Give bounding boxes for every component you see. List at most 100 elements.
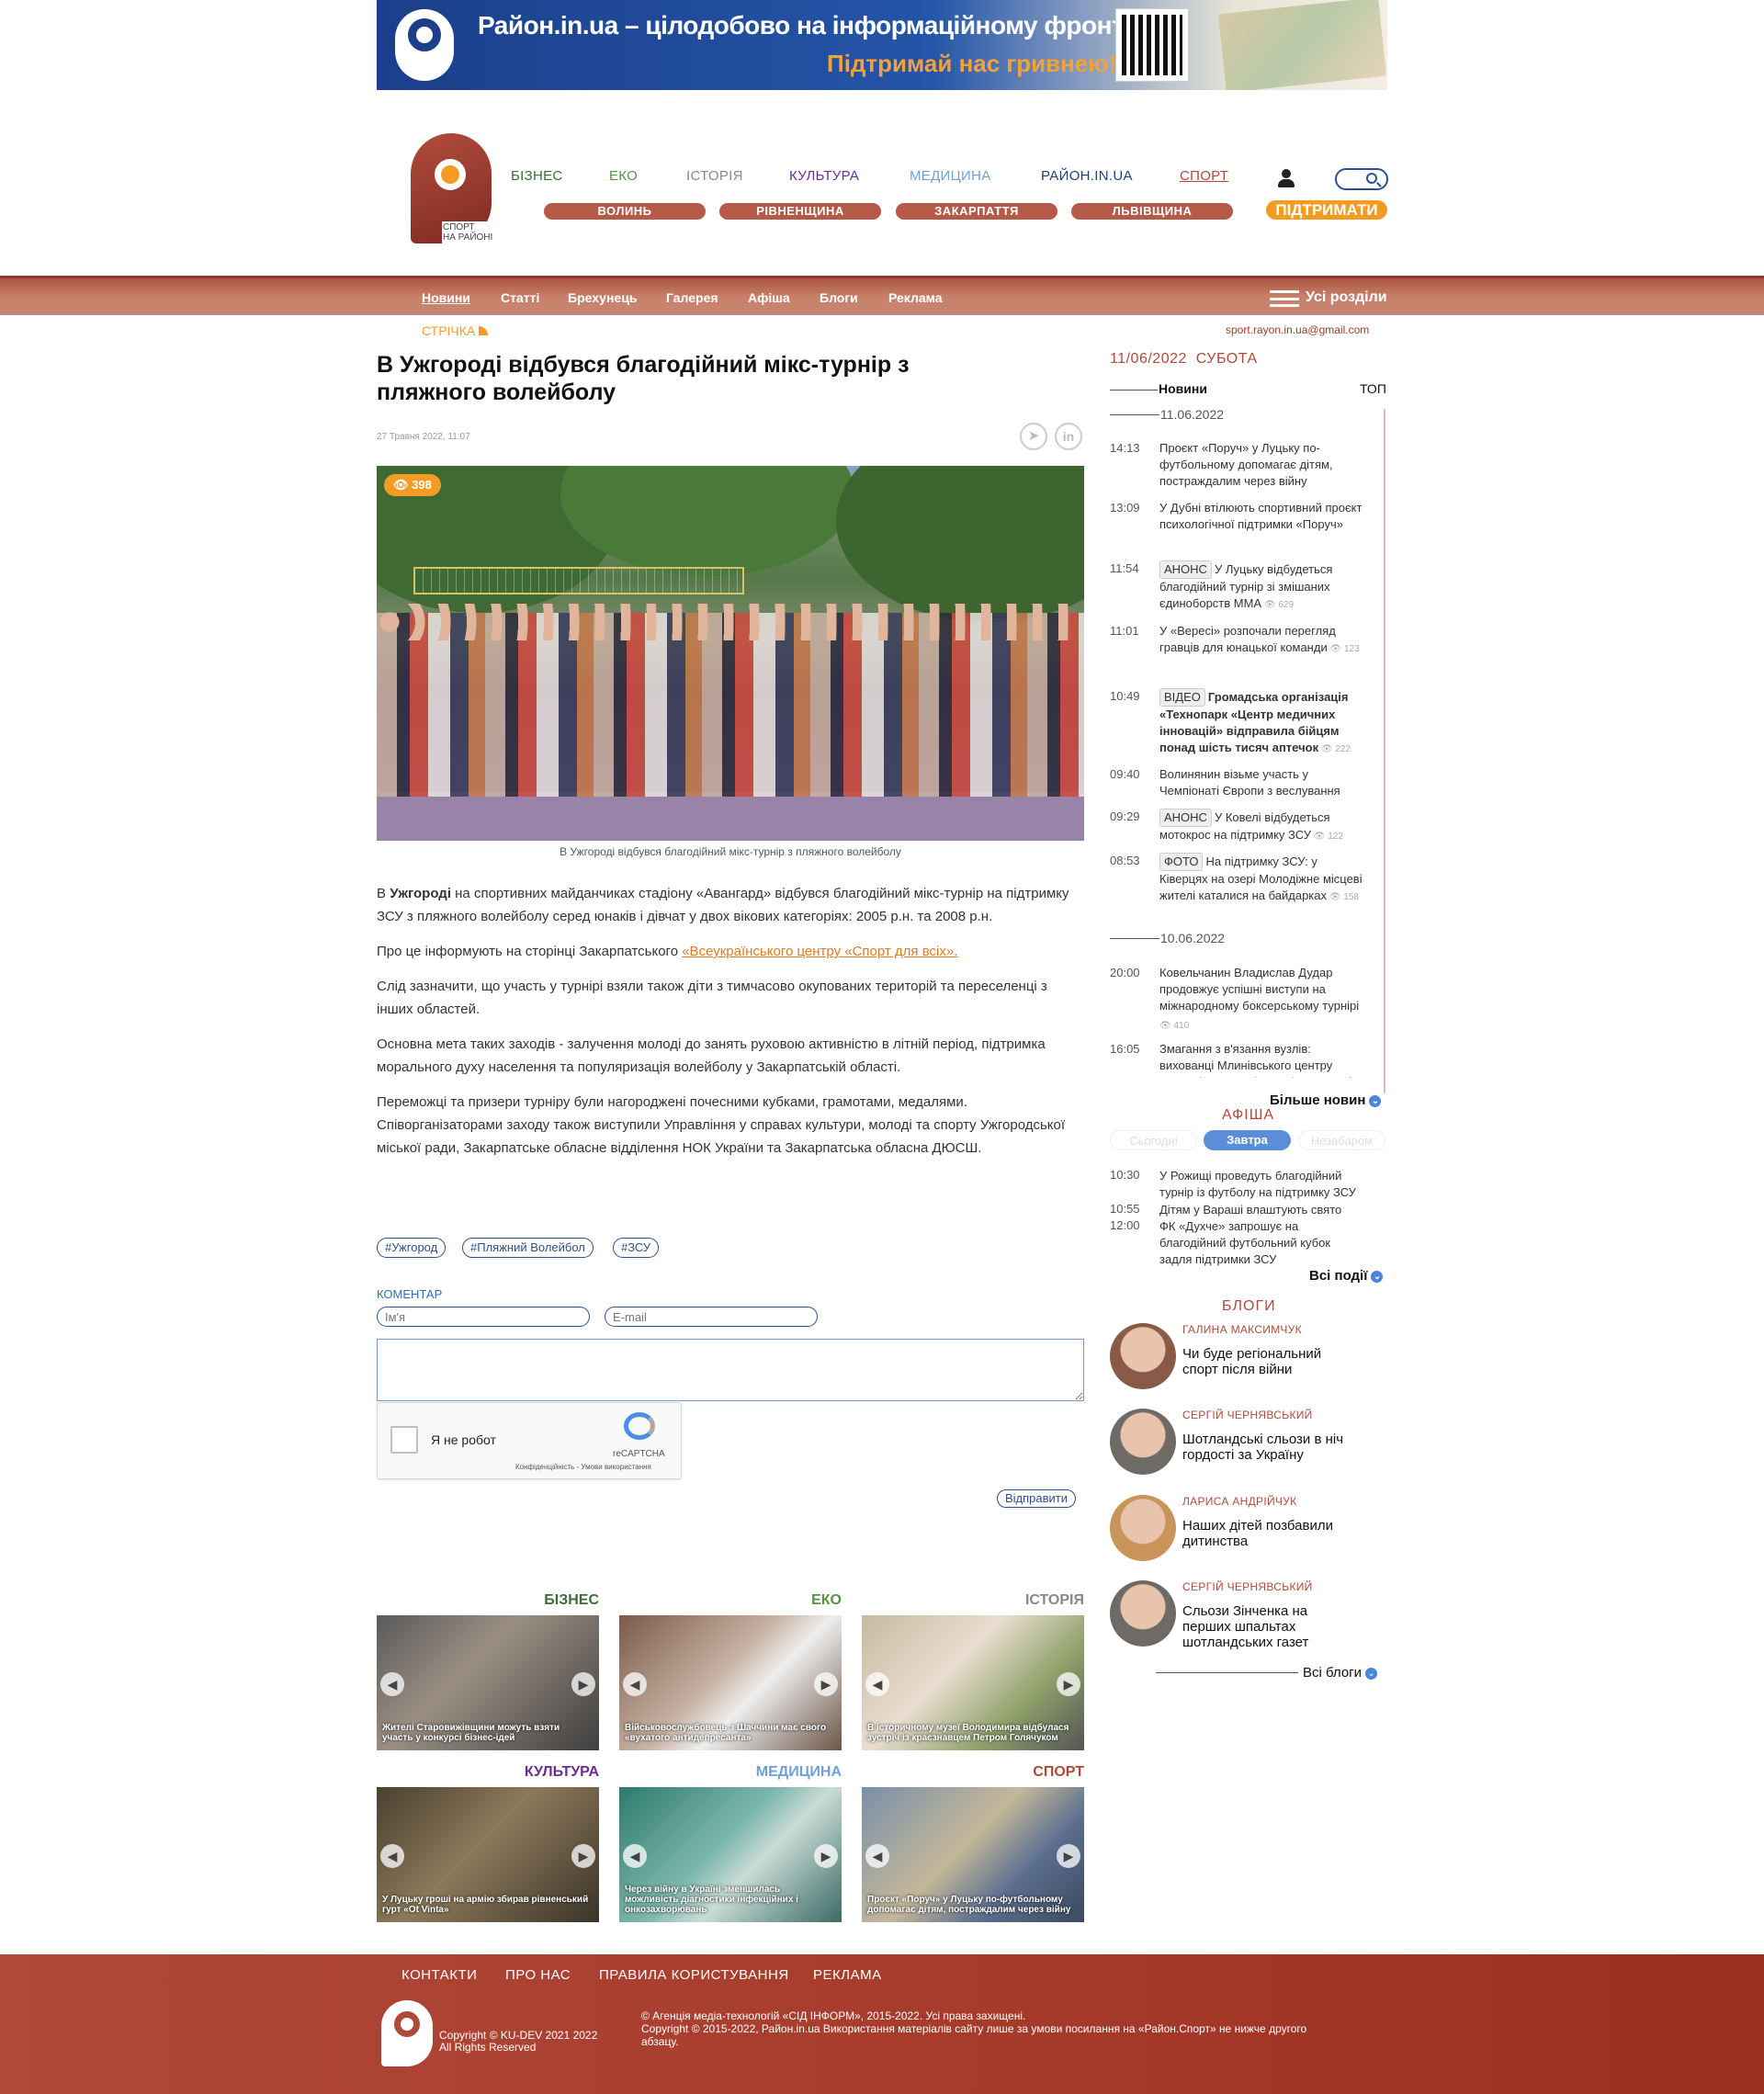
blog-title[interactable]: Шотландські сльози в ніч гордості за Укр…	[1182, 1432, 1348, 1463]
blog-author[interactable]: ЛАРИСА АНДРІЙЧУК	[1182, 1495, 1296, 1508]
arrow-right-icon[interactable]: ▶	[814, 1672, 838, 1696]
send-button[interactable]: Відправити	[997, 1489, 1077, 1508]
topnav-medicine[interactable]: МЕДИЦИНА	[910, 168, 991, 184]
news-item[interactable]: Ковельчанин Владислав Дудар продовжує ус…	[1159, 965, 1366, 1035]
arrow-left-icon[interactable]: ◀	[865, 1672, 889, 1696]
blog-author-avatar[interactable]	[1110, 1409, 1176, 1475]
more-news-link[interactable]: Більше новин ⌄	[1270, 1092, 1382, 1108]
contact-email-link[interactable]: sport.rayon.in.ua@gmail.com	[1226, 323, 1369, 336]
user-icon[interactable]	[1277, 169, 1295, 189]
topnav-business[interactable]: БІЗНЕС	[511, 168, 563, 184]
all-blogs-link[interactable]: Всі блоги ⌄	[1303, 1665, 1378, 1681]
event-item[interactable]: Дітям у Вараші влаштують свято	[1159, 1202, 1366, 1218]
menu-ads[interactable]: Реклама	[888, 290, 943, 305]
category-card[interactable]: ◀ ▶ Жителі Старовижівщини можуть взяти уча…	[377, 1615, 599, 1750]
search-button[interactable]	[1335, 168, 1388, 190]
topnav-sport[interactable]: СПОРТ	[1180, 168, 1228, 184]
support-button[interactable]: ПІДТРИМАТИ	[1266, 200, 1387, 220]
footer-logo[interactable]	[381, 2000, 433, 2066]
linkedin-share-icon[interactable]: in	[1055, 423, 1082, 450]
captcha-terms[interactable]: Конфіденційність - Умови використання	[515, 1463, 651, 1471]
arrow-right-icon[interactable]: ▶	[571, 1844, 595, 1868]
region-zakarpattia-button[interactable]: ЗАКАРПАТТЯ	[896, 203, 1057, 220]
afisha-tab-soon[interactable]: Незабаром	[1298, 1130, 1385, 1150]
category-card[interactable]: ◀ ▶ В історичному музеї Володимира відбула…	[862, 1615, 1084, 1750]
arrow-right-icon[interactable]: ▶	[571, 1672, 595, 1696]
hamburger-icon[interactable]	[1270, 290, 1299, 307]
blog-author-avatar[interactable]	[1110, 1580, 1176, 1647]
menu-afisha[interactable]: Афіша	[748, 290, 790, 305]
blog-title[interactable]: Наших дітей позбавили дитинства	[1182, 1518, 1348, 1549]
category-title[interactable]: ІСТОРІЯ	[862, 1592, 1084, 1609]
blog-title[interactable]: Чи буде регіональний спорт після війни	[1182, 1346, 1348, 1377]
blog-author-avatar[interactable]	[1110, 1495, 1176, 1561]
news-item[interactable]: Проєкт «Поруч» у Луцьку по-футбольному д…	[1159, 440, 1366, 490]
tag-zsu[interactable]: #ЗСУ	[613, 1238, 660, 1258]
category-title[interactable]: СПОРТ	[862, 1764, 1084, 1781]
topnav-history[interactable]: ІСТОРІЯ	[686, 168, 743, 184]
blog-author[interactable]: СЕРГІЙ ЧЕРНЯВСЬКИЙ	[1182, 1409, 1313, 1421]
menu-news[interactable]: Новини	[422, 290, 470, 305]
news-scrollbar[interactable]	[1384, 409, 1385, 1093]
arrow-left-icon[interactable]: ◀	[623, 1672, 647, 1696]
footer-rules-link[interactable]: ПРАВИЛА КОРИСТУВАННЯ	[599, 1967, 789, 1983]
blog-author[interactable]: СЕРГІЙ ЧЕРНЯВСЬКИЙ	[1182, 1580, 1313, 1593]
region-lviv-button[interactable]: ЛЬВІВЩИНА	[1071, 203, 1233, 220]
comment-textarea[interactable]	[377, 1339, 1084, 1401]
tag-beach-volleyball[interactable]: #Пляжний Волейбол	[462, 1238, 594, 1258]
tab-top[interactable]: ТОП	[1360, 381, 1386, 396]
news-item[interactable]: АНОНС У Луцьку відбудеться благодійний ту…	[1159, 560, 1366, 614]
arrow-right-icon[interactable]: ▶	[814, 1844, 838, 1868]
news-item[interactable]: АНОНС У Ковелі відбудеться мотокрос на пі…	[1159, 809, 1366, 845]
category-card[interactable]: ◀ ▶ Проєкт «Поруч» у Луцьку по-футбольному…	[862, 1787, 1084, 1922]
news-item[interactable]: Змагання з в'язання вузлів: вихованці Мл…	[1159, 1041, 1366, 1078]
event-item[interactable]: ФК «Духче» запрошує на благодійний футбо…	[1159, 1218, 1366, 1268]
region-volyn-button[interactable]: ВОЛИНЬ	[544, 203, 706, 220]
region-rivne-button[interactable]: РІВНЕНЩИНА	[719, 203, 881, 220]
news-item[interactable]: ВІДЕО Громадська організація «Технопарк «…	[1159, 688, 1366, 758]
menu-brekhunets[interactable]: Брехунець	[568, 290, 637, 305]
topnav-culture[interactable]: КУЛЬТУРА	[789, 168, 859, 184]
captcha-checkbox[interactable]	[390, 1426, 418, 1454]
category-title[interactable]: МЕДИЦИНА	[619, 1764, 842, 1781]
footer-ads-link[interactable]: РЕКЛАМА	[813, 1967, 882, 1983]
menu-gallery[interactable]: Галерея	[666, 290, 718, 305]
all-events-link[interactable]: Всі події ⌄	[1309, 1268, 1384, 1284]
news-item[interactable]: ФОТО На підтримку ЗСУ: у Ківерцях на озер…	[1159, 853, 1366, 906]
email-input[interactable]	[605, 1307, 818, 1327]
arrow-left-icon[interactable]: ◀	[380, 1844, 404, 1868]
category-card[interactable]: ◀ ▶ Через війну в Україні зменшилась можли…	[619, 1787, 842, 1922]
category-card[interactable]: ◀ ▶ Військовослужбовець з Шаччини має свог…	[619, 1615, 842, 1750]
topnav-rayon[interactable]: РАЙОН.IN.UA	[1041, 168, 1133, 184]
footer-about-link[interactable]: ПРО НАС	[505, 1967, 571, 1983]
menu-articles[interactable]: Статті	[501, 290, 539, 305]
arrow-right-icon[interactable]: ▶	[1057, 1672, 1080, 1696]
feed-label[interactable]: СТРІЧКА	[422, 323, 489, 338]
sport-for-all-link[interactable]: «Всеукраїнського центру «Спорт для всіх»…	[682, 944, 957, 959]
category-title[interactable]: БІЗНЕС	[377, 1592, 599, 1609]
arrow-left-icon[interactable]: ◀	[865, 1844, 889, 1868]
blog-author-avatar[interactable]	[1110, 1323, 1176, 1389]
event-item[interactable]: У Рожищі проведуть благодійний турнір із…	[1159, 1168, 1366, 1201]
top-banner[interactable]: Район.in.ua – цілодобово на інформаційно…	[377, 0, 1387, 90]
all-sections-link[interactable]: Усі розділи	[1306, 289, 1387, 306]
blog-author[interactable]: ГАЛИНА МАКСИМЧУК	[1182, 1323, 1302, 1336]
arrow-right-icon[interactable]: ▶	[1057, 1844, 1080, 1868]
topnav-eco[interactable]: ЕКО	[609, 168, 638, 184]
tab-news[interactable]: Новини	[1159, 381, 1207, 396]
footer-contacts-link[interactable]: КОНТАКТИ	[401, 1967, 477, 1983]
category-card[interactable]: ◀ ▶ У Луцьку гроші на армію збирав рівненс…	[377, 1787, 599, 1922]
tag-uzhhorod[interactable]: #Ужгород	[377, 1238, 447, 1258]
telegram-share-icon[interactable]: ➤	[1020, 423, 1047, 450]
news-item[interactable]: Волинянин візьме участь у Чемпіонаті Євр…	[1159, 766, 1366, 799]
news-item[interactable]: У Дубні втілюють спортивний проєкт психо…	[1159, 500, 1366, 533]
afisha-tab-tomorrow[interactable]: Завтра	[1204, 1130, 1291, 1150]
category-title[interactable]: КУЛЬТУРА	[377, 1764, 599, 1781]
afisha-tab-today[interactable]: Сьогодні	[1110, 1130, 1197, 1150]
name-input[interactable]	[377, 1307, 590, 1327]
menu-blogs[interactable]: Блоги	[820, 290, 858, 305]
arrow-left-icon[interactable]: ◀	[380, 1672, 404, 1696]
category-title[interactable]: ЕКО	[619, 1592, 842, 1609]
site-logo[interactable]: СПОРТ НА РАЙОНІ	[409, 133, 497, 245]
arrow-left-icon[interactable]: ◀	[623, 1844, 647, 1868]
